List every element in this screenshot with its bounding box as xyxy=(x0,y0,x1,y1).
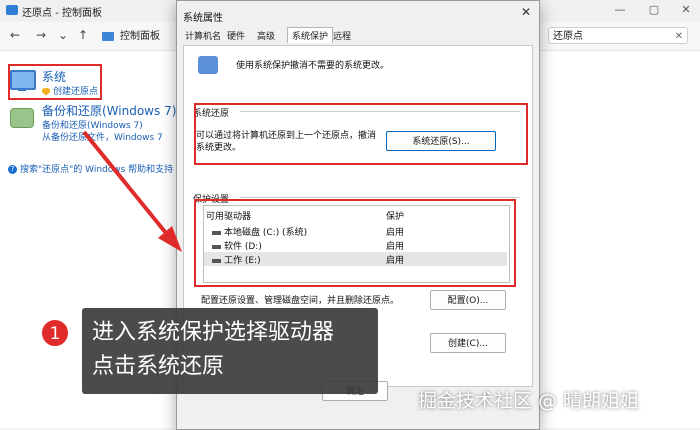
callout-text: 进入系统保护选择驱动器 点击系统还原 xyxy=(92,316,334,384)
callout-line-2: 点击系统还原 xyxy=(92,354,225,379)
arrow-shaft xyxy=(82,130,172,240)
callout-line-1: 进入系统保护选择驱动器 xyxy=(92,320,335,345)
step-badge: 1 xyxy=(40,318,70,348)
instruction-callout: 进入系统保护选择驱动器 点击系统还原 xyxy=(82,308,378,394)
watermark: 掘金技术社区 @ 晴朗姐姐 xyxy=(418,390,640,412)
